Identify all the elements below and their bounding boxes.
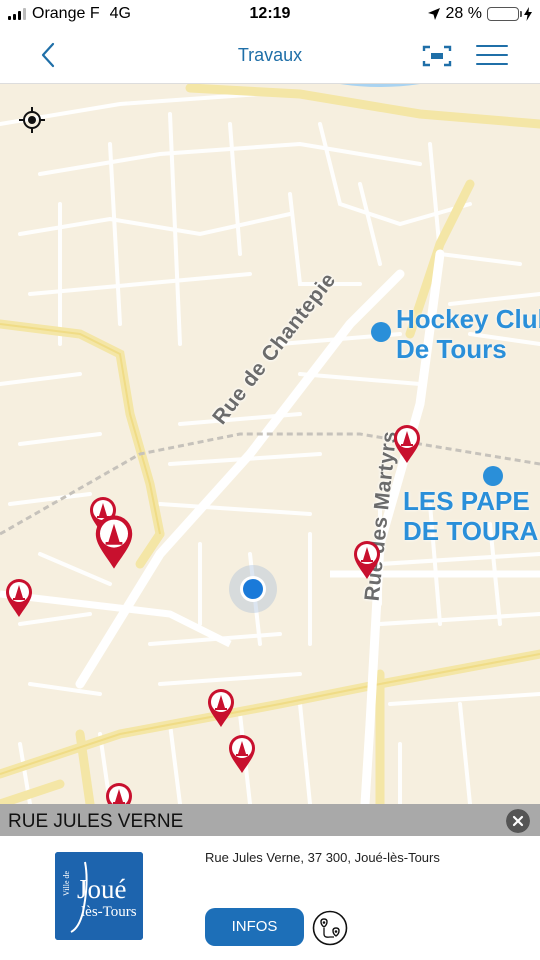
- road-network: [0, 84, 540, 804]
- user-location-marker: [229, 565, 277, 613]
- locate-me-button[interactable]: [16, 104, 48, 136]
- selection-header: RUE JULES VERNE: [0, 804, 540, 836]
- scan-button[interactable]: [420, 42, 454, 70]
- map-view[interactable]: Rue de Chantepie Rue des Martyrs Hockey …: [0, 84, 540, 804]
- battery-icon: [487, 7, 522, 21]
- menu-button[interactable]: [474, 40, 510, 70]
- location-arrow-icon: [427, 8, 440, 20]
- roadwork-pin-selected[interactable]: [93, 514, 135, 570]
- selection-address: Rue Jules Verne, 37 300, Joué-lès-Tours: [205, 850, 440, 865]
- logo-small-text: Ville de: [62, 870, 71, 896]
- locate-crosshair-icon: [19, 107, 45, 133]
- route-icon: [312, 910, 348, 946]
- poi-hockey-club-line1: Hockey Club: [396, 304, 540, 334]
- battery-percent: 28 %: [445, 5, 482, 22]
- poi-hockey-club[interactable]: Hockey Club De Tours: [396, 304, 540, 364]
- roadwork-pin[interactable]: [4, 578, 34, 618]
- sports-poi-icon: [483, 466, 503, 486]
- joue-les-tours-logo: Ville de Joué lès-Tours: [55, 852, 143, 940]
- poi-les-papes-line1: LES PAPE: [403, 486, 530, 516]
- roadwork-pin[interactable]: [206, 688, 236, 728]
- roadwork-pin[interactable]: [392, 424, 422, 464]
- hamburger-menu-icon: [476, 45, 508, 65]
- roadwork-pin[interactable]: [227, 734, 257, 774]
- roadwork-pin[interactable]: [352, 540, 382, 580]
- sports-poi-icon: [371, 322, 391, 342]
- navigation-bar: Travaux: [0, 28, 540, 84]
- status-right: 28 %: [427, 5, 532, 23]
- infos-button[interactable]: INFOS: [205, 908, 304, 946]
- roadwork-pin[interactable]: [104, 782, 134, 804]
- poi-les-papes-line2: DE TOURA: [403, 516, 539, 546]
- poi-hockey-club-line2: De Tours: [396, 334, 507, 364]
- status-bar: Orange F 4G 12:19 28 %: [0, 0, 540, 28]
- logo-sub-text: lès-Tours: [81, 904, 137, 920]
- selection-title: RUE JULES VERNE: [8, 811, 184, 832]
- charging-bolt-icon: [524, 7, 532, 21]
- route-button[interactable]: [312, 910, 348, 946]
- scan-icon: [422, 45, 452, 67]
- selection-panel: Ville de Joué lès-Tours Rue Jules Verne,…: [0, 836, 540, 960]
- close-button[interactable]: [506, 809, 530, 833]
- poi-les-papes[interactable]: LES PAPE DE TOURA: [403, 486, 538, 546]
- page-title: Travaux: [237, 45, 303, 65]
